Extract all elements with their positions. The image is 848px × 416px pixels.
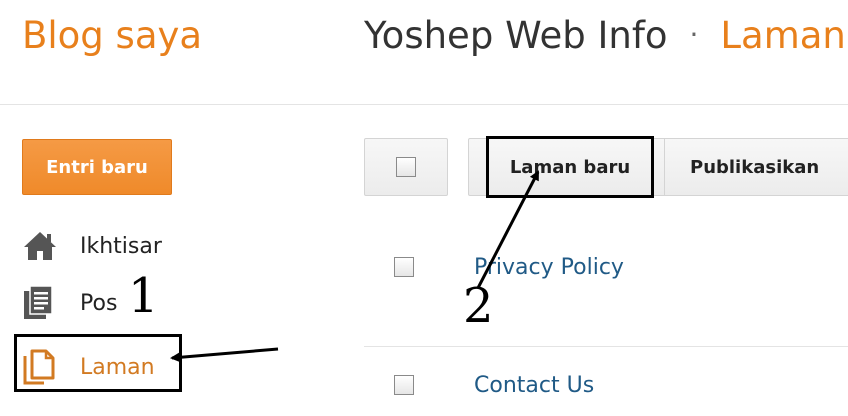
annotation-highlight-new-page [486,136,654,198]
list-item: Contact Us [364,356,848,414]
page-title-link[interactable]: Privacy Policy [474,255,624,280]
blog-title[interactable]: Yoshep Web Info [364,14,668,57]
page-title-link[interactable]: Contact Us [474,373,594,398]
annotation-step-1: 1 [128,268,159,324]
breadcrumb: Yoshep Web Info · Laman [364,14,846,57]
sidebar-item-overview[interactable]: Ikhtisar [22,226,162,266]
home-icon [22,228,60,264]
row-checkbox[interactable] [394,375,414,395]
posts-icon [22,285,60,321]
row-divider [364,346,848,347]
breadcrumb-separator: · [689,18,699,51]
new-post-button[interactable]: Entri baru [22,139,172,195]
row-checkbox[interactable] [394,257,414,277]
toolbar-divider [664,138,665,196]
breadcrumb-current-section: Laman [720,14,846,57]
annotation-arrow-to-pages [170,347,279,363]
select-all-button[interactable] [364,138,448,196]
sidebar-item-label: Ikhtisar [80,233,162,259]
blogger-pages-screen: Blog saya Yoshep Web Info · Laman Entri ba… [0,0,848,416]
header-divider [0,104,848,105]
top-header: Blog saya Yoshep Web Info · Laman [0,0,848,104]
brand-logo-text[interactable]: Blog saya [22,14,202,57]
select-all-checkbox[interactable] [396,157,416,177]
sidebar-item-posts[interactable]: Pos [22,283,117,323]
annotation-highlight-pages [14,334,182,392]
annotation-step-2: 2 [463,278,494,334]
sidebar-item-label: Pos [80,290,118,316]
list-item: Privacy Policy [364,238,848,296]
publish-button[interactable]: Publikasikan [668,138,848,196]
